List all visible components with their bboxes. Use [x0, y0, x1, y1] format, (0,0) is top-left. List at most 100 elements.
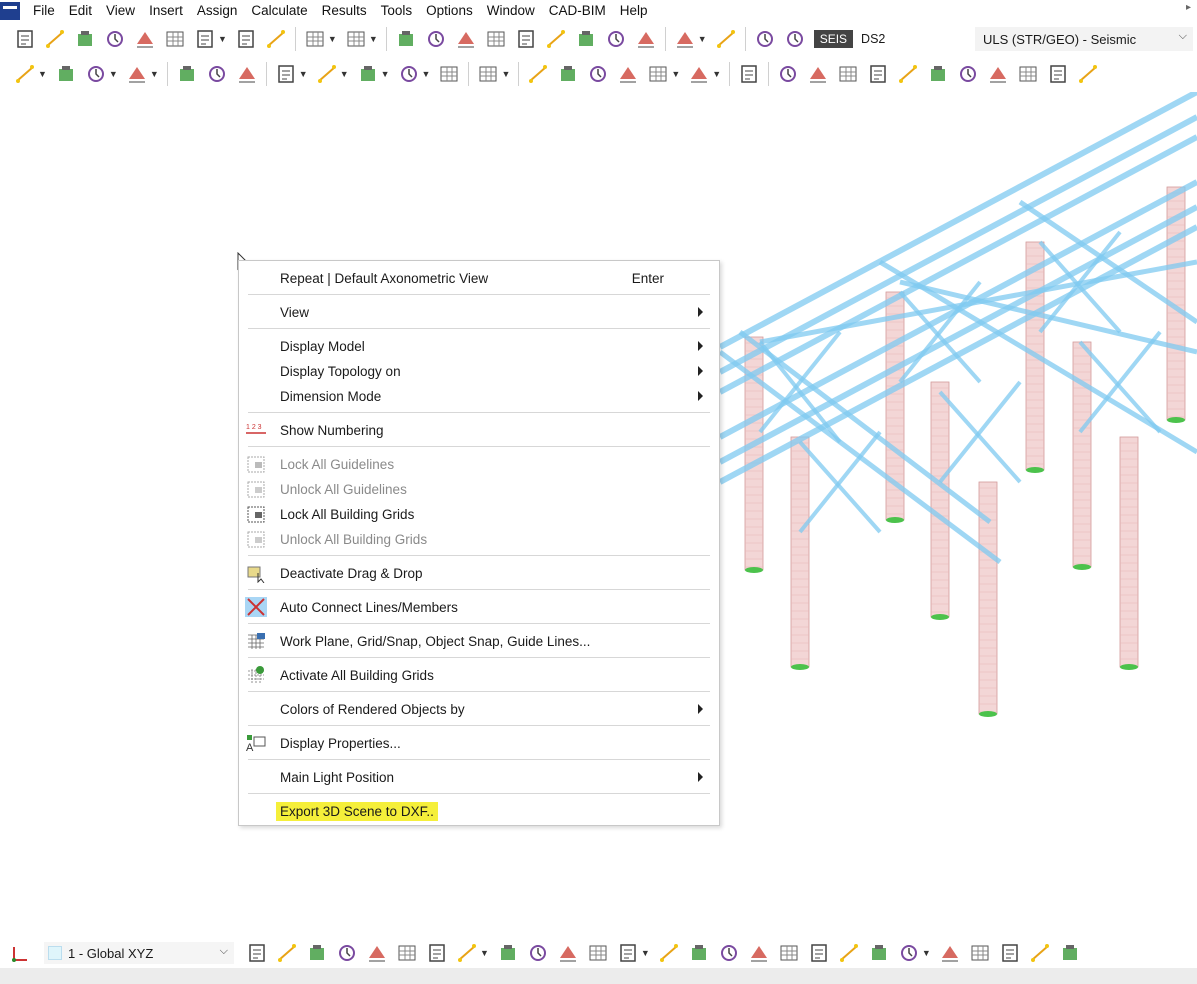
animation-icon[interactable]	[837, 63, 859, 85]
dropdown-arrow-icon[interactable]: ▼	[150, 69, 159, 79]
dropdown-arrow-icon[interactable]: ▼	[340, 69, 349, 79]
menu-overflow-icon[interactable]: ▸	[1186, 2, 1191, 13]
open-model-icon[interactable]	[44, 28, 66, 50]
menu-window[interactable]: Window	[480, 0, 542, 22]
polygon-icon[interactable]	[808, 942, 830, 964]
menu-options[interactable]: Options	[419, 0, 480, 22]
dropdown-arrow-icon[interactable]: ▼	[218, 34, 227, 44]
surface-icon[interactable]	[275, 63, 297, 85]
perpendicular-icon[interactable]	[778, 942, 800, 964]
menu-item-auto-connect-lines-members[interactable]: Auto Connect Lines/Members	[239, 595, 719, 619]
wand-icon[interactable]	[969, 942, 991, 964]
curve-icon[interactable]	[718, 942, 740, 964]
dropdown-arrow-icon[interactable]: ▼	[641, 948, 650, 958]
point-load-icon[interactable]	[527, 63, 549, 85]
menu-item-unlock-all-building-grids[interactable]: Unlock All Building Grids	[239, 527, 719, 551]
menu-item-display-properties[interactable]: A Display Properties...	[239, 731, 719, 755]
opening-icon[interactable]	[316, 63, 338, 85]
menu-item-display-topology-on[interactable]: Display Topology on	[239, 359, 719, 383]
menu-insert[interactable]: Insert	[142, 0, 190, 22]
save-icon[interactable]	[164, 28, 186, 50]
menu-item-unlock-all-guidelines[interactable]: Unlock All Guidelines	[239, 477, 719, 501]
section-cut-icon[interactable]	[807, 63, 829, 85]
solid-result-icon[interactable]	[927, 63, 949, 85]
redo-icon[interactable]	[345, 28, 367, 50]
support-icon[interactable]	[176, 63, 198, 85]
view-front-icon[interactable]	[276, 942, 298, 964]
dropdown-arrow-icon[interactable]: ▼	[480, 948, 489, 958]
design-situation-label[interactable]: DS2	[861, 32, 931, 46]
grid-table-icon[interactable]	[425, 28, 447, 50]
dropdown-arrow-icon[interactable]: ▼	[698, 34, 707, 44]
guide-icon[interactable]	[557, 942, 579, 964]
wire-icon[interactable]	[426, 942, 448, 964]
menu-assign[interactable]: Assign	[190, 0, 245, 22]
deform-icon[interactable]	[867, 63, 889, 85]
view-top-icon[interactable]	[246, 942, 268, 964]
list-icon[interactable]	[485, 28, 507, 50]
view-iso-icon[interactable]	[336, 942, 358, 964]
menu-results[interactable]: Results	[315, 0, 374, 22]
dropdown-arrow-icon[interactable]: ▼	[671, 69, 680, 79]
work-plane-icon[interactable]	[674, 28, 696, 50]
document-icon[interactable]	[265, 28, 287, 50]
result-diagram-icon[interactable]	[777, 63, 799, 85]
dropdown-arrow-icon[interactable]: ▼	[328, 34, 337, 44]
menu-edit[interactable]: Edit	[62, 0, 99, 22]
polyline-icon[interactable]	[126, 63, 148, 85]
line-snap-icon[interactable]	[658, 942, 680, 964]
dropdown-arrow-icon[interactable]: ▼	[712, 69, 721, 79]
menu-view[interactable]: View	[99, 0, 142, 22]
block-icon[interactable]	[438, 63, 460, 85]
dimension-icon[interactable]	[715, 28, 737, 50]
menu-item-dimension-mode[interactable]: Dimension Mode	[239, 384, 719, 408]
view-side-icon[interactable]	[306, 942, 328, 964]
intersection-icon[interactable]	[868, 942, 890, 964]
print-icon[interactable]	[194, 28, 216, 50]
load-case-icon[interactable]	[754, 28, 776, 50]
app-logo-icon[interactable]	[0, 2, 20, 20]
menu-help[interactable]: Help	[613, 0, 655, 22]
new-model-icon[interactable]	[14, 28, 36, 50]
stack-icon[interactable]	[939, 942, 961, 964]
surface-result-icon[interactable]	[897, 63, 919, 85]
solid-icon[interactable]	[357, 63, 379, 85]
coordinate-system-icon[interactable]	[10, 942, 32, 964]
split-icon[interactable]	[999, 942, 1021, 964]
menu-file[interactable]: File	[26, 0, 62, 22]
script-icon[interactable]	[545, 28, 567, 50]
box-icon[interactable]	[398, 63, 420, 85]
console-icon[interactable]	[515, 28, 537, 50]
model-3d-icon[interactable]	[104, 28, 126, 50]
section-icon[interactable]	[455, 28, 477, 50]
report-icon[interactable]	[235, 28, 257, 50]
line-icon[interactable]	[55, 63, 77, 85]
line-load-icon[interactable]	[617, 63, 639, 85]
dropdown-arrow-icon[interactable]: ▼	[109, 69, 118, 79]
node-icon[interactable]	[14, 63, 36, 85]
render-icon[interactable]	[396, 942, 418, 964]
menu-item-colors-of-rendered-objects-by[interactable]: Colors of Rendered Objects by	[239, 697, 719, 721]
contour-icon[interactable]	[1077, 63, 1099, 85]
hinge-icon[interactable]	[206, 63, 228, 85]
menu-item-deactivate-drag-drop[interactable]: Deactivate Drag & Drop	[239, 561, 719, 585]
snap-icon[interactable]	[527, 942, 549, 964]
arc-icon[interactable]	[688, 942, 710, 964]
menu-item-show-numbering[interactable]: 1 2 3 Show Numbering	[239, 418, 719, 442]
parallel-icon[interactable]	[748, 942, 770, 964]
load-combination-select[interactable]: ULS (STR/GEO) - Seismic ⌵	[975, 27, 1193, 51]
load-combo-icon[interactable]	[784, 28, 806, 50]
numbering-tool-icon[interactable]	[587, 942, 609, 964]
dimension-tool-icon[interactable]	[456, 942, 478, 964]
view-fit-icon[interactable]	[366, 942, 388, 964]
slope-icon[interactable]	[987, 63, 1009, 85]
menu-cad-bim[interactable]: CAD-BIM	[542, 0, 613, 22]
undo-icon[interactable]	[304, 28, 326, 50]
menu-item-display-model[interactable]: Display Model	[239, 334, 719, 358]
cloud-icon[interactable]	[74, 28, 96, 50]
coordinate-system-select[interactable]: 1 - Global XYZ ⌵	[44, 942, 234, 964]
select-icon[interactable]	[898, 942, 920, 964]
calc-list-icon[interactable]	[605, 28, 627, 50]
menu-item-lock-all-guidelines[interactable]: Lock All Guidelines	[239, 452, 719, 476]
node-snap-icon[interactable]	[617, 942, 639, 964]
